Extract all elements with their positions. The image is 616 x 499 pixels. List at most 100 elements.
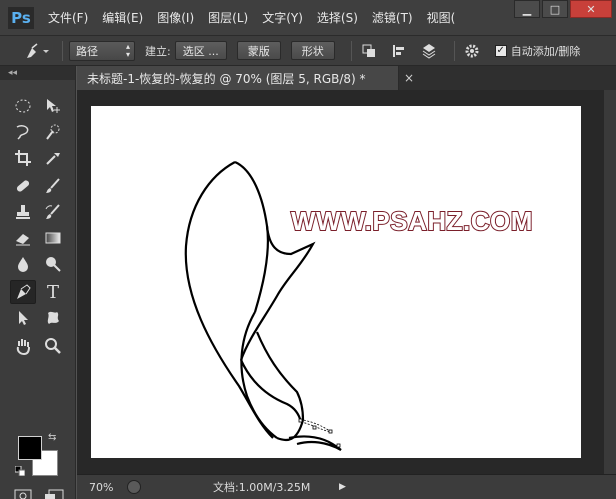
foreground-color-swatch[interactable] — [18, 436, 42, 460]
eraser-icon — [16, 234, 30, 246]
make-selection-button[interactable]: 选区 ... — [174, 41, 227, 60]
history-brush-icon — [45, 204, 60, 219]
gradient-icon — [45, 232, 61, 244]
brush-icon — [46, 178, 60, 193]
history-brush-tool[interactable] — [40, 200, 66, 224]
canvas-artwork[interactable]: WWW.PSAHZ.COM — [91, 106, 581, 458]
document-tab-title: 未标题-1-恢复的-恢复的 @ 70% (图层 5, RGB/8) * — [87, 71, 366, 86]
lasso-tool[interactable] — [10, 120, 36, 144]
healing-brush-tool[interactable] — [10, 174, 36, 198]
make-mask-button[interactable]: 蒙版 — [236, 41, 281, 60]
screen-mode-button[interactable] — [44, 489, 64, 499]
minimize-button[interactable]: ▁ — [514, 0, 540, 18]
path-arrangement-button[interactable] — [418, 41, 440, 61]
photoshop-logo: Ps — [8, 6, 34, 29]
path-operations-button[interactable] — [358, 41, 380, 61]
menu-filter[interactable]: 滤镜(T) — [372, 9, 413, 26]
eraser-tool[interactable] — [10, 226, 36, 250]
menu-layer[interactable]: 图层(L) — [208, 9, 248, 26]
pen-icon — [17, 284, 31, 299]
menu-edit[interactable]: 编辑(E) — [102, 9, 143, 26]
separator — [453, 40, 455, 61]
menu-type[interactable]: 文字(Y) — [262, 9, 303, 26]
path-arrangement-icon — [422, 43, 435, 59]
canvas-workspace[interactable]: WWW.PSAHZ.COM — [77, 90, 616, 474]
path-select-icon — [19, 311, 28, 325]
path-alignment-icon — [392, 44, 404, 57]
pen-tool[interactable] — [10, 280, 36, 304]
custom-shape-tool[interactable] — [40, 306, 66, 330]
window-controls: ▁ □ ✕ — [512, 0, 612, 20]
ellipse-marquee-tool[interactable] — [10, 94, 36, 118]
blur-icon — [18, 257, 28, 272]
quick-mask-button[interactable] — [14, 489, 32, 499]
hand-icon — [16, 339, 30, 355]
tool-preset-picker[interactable] — [20, 40, 56, 62]
type-icon: T — [46, 281, 59, 303]
type-tool[interactable]: T — [40, 280, 66, 304]
crop-icon — [15, 150, 31, 166]
vertical-scrollbar[interactable] — [604, 90, 616, 474]
zoom-tool[interactable] — [40, 334, 66, 358]
settings-button[interactable] — [461, 41, 483, 61]
healing-brush-icon — [16, 180, 30, 192]
gear-icon — [465, 44, 479, 57]
auto-add-delete-label: 自动添加/删除 — [510, 44, 581, 58]
move-icon — [47, 99, 60, 113]
menu-select[interactable]: 选择(S) — [317, 9, 358, 26]
path-alignment-button[interactable] — [388, 41, 410, 61]
hand-tool[interactable] — [10, 334, 36, 358]
mode-select[interactable]: 路径 ▴ ▾ — [69, 40, 135, 61]
quick-mask-icon — [14, 489, 32, 499]
menu-view[interactable]: 视图( — [427, 9, 456, 26]
default-colors-icon[interactable] — [15, 466, 25, 476]
tools-panel: ◂◂ T ⇆ — [0, 66, 76, 499]
swap-colors-icon[interactable]: ⇆ — [48, 432, 56, 443]
ellipse-marquee-icon — [15, 99, 31, 113]
crop-tool[interactable] — [10, 146, 36, 170]
watermark-text: WWW.PSAHZ.COM — [291, 206, 533, 236]
maximize-button[interactable]: □ — [542, 0, 568, 18]
proof-setup-icon[interactable] — [127, 480, 141, 494]
menu-image[interactable]: 图像(I) — [157, 9, 194, 26]
status-bar: 70% 文档:1.00M/3.25M ▶ — [77, 474, 616, 499]
close-document-icon[interactable]: × — [404, 71, 414, 85]
document-size: 文档:1.00M/3.25M — [213, 481, 311, 494]
blur-tool[interactable] — [10, 252, 36, 276]
menu-file[interactable]: 文件(F) — [48, 9, 88, 26]
zoom-level[interactable]: 70% — [77, 481, 121, 494]
clone-stamp-icon — [16, 205, 30, 219]
auto-add-delete-checkbox[interactable]: ✓ — [494, 44, 507, 57]
status-menu-arrow-icon[interactable]: ▶ — [339, 482, 346, 492]
brush-tool[interactable] — [40, 174, 66, 198]
eyedropper-tool[interactable] — [40, 146, 66, 170]
make-shape-button[interactable]: 形状 — [290, 41, 335, 60]
document-canvas[interactable]: WWW.PSAHZ.COM — [91, 106, 581, 458]
separator — [350, 40, 352, 61]
document-tab-bar: 未标题-1-恢复的-恢复的 @ 70% (图层 5, RGB/8) * × — [77, 66, 616, 90]
options-bar: 路径 ▴ ▾ 建立: 选区 ... 蒙版 形状 ✓ 自动添加/删除 — [0, 36, 616, 66]
path-select-tool[interactable] — [10, 306, 36, 330]
toolbox-collapse-button[interactable]: ◂◂ — [0, 66, 75, 80]
clone-stamp-tool[interactable] — [10, 200, 36, 224]
zoom-icon — [45, 338, 61, 354]
quick-select-tool[interactable] — [40, 120, 66, 144]
dodge-icon — [46, 257, 61, 272]
screen-mode-icon — [45, 489, 64, 499]
create-label: 建立: — [145, 44, 171, 58]
path-operations-icon — [362, 44, 375, 57]
chevron-updown-icon: ▴ ▾ — [125, 41, 130, 59]
gradient-tool[interactable] — [40, 226, 66, 250]
quick-select-icon — [46, 124, 60, 140]
custom-shape-icon — [47, 311, 59, 324]
move-tool[interactable] — [40, 94, 66, 118]
close-button[interactable]: ✕ — [570, 0, 612, 18]
menu-bar: Ps 文件(F) 编辑(E) 图像(I) 图层(L) 文字(Y) 选择(S) 滤… — [0, 0, 616, 36]
lasso-icon — [16, 125, 29, 140]
dodge-tool[interactable] — [40, 252, 66, 276]
separator — [62, 40, 63, 61]
mode-select-value: 路径 — [76, 44, 98, 58]
document-tab[interactable]: 未标题-1-恢复的-恢复的 @ 70% (图层 5, RGB/8) * × — [77, 66, 414, 90]
pen-icon — [27, 42, 49, 58]
eyedropper-icon — [46, 153, 60, 165]
